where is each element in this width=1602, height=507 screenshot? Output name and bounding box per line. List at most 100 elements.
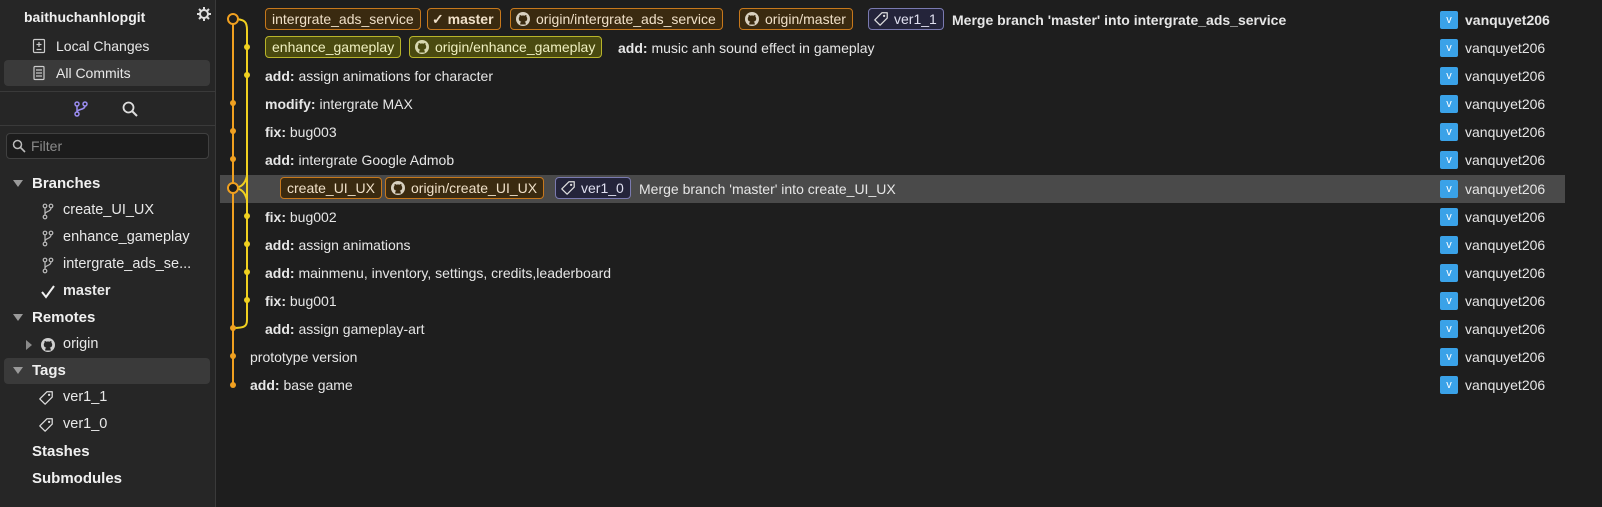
remote-branch-pill[interactable]: origin/enhance_gameplay <box>409 36 603 58</box>
commit-node[interactable] <box>244 72 250 78</box>
commit-node[interactable] <box>244 44 250 50</box>
author-name: vanquyet206 <box>1465 12 1550 28</box>
tag-icon <box>39 391 53 405</box>
commit-row[interactable]: enhance_gameplay origin/enhance_gameplay… <box>220 34 1565 62</box>
commit-prefix: fix: <box>265 209 286 225</box>
commit-row-selected[interactable]: create_UI_UX origin/create_UI_UX ver1_0 … <box>220 175 1565 203</box>
commit-row[interactable]: fix: bug001 v vanquyet206 <box>220 287 1565 315</box>
section-remotes[interactable]: Remotes <box>0 305 216 331</box>
filter-box[interactable] <box>6 133 209 159</box>
repo-header: baithuchanhlopgit <box>0 0 216 32</box>
expand-icon <box>13 180 23 187</box>
commit-node[interactable] <box>230 128 236 134</box>
commit-row[interactable]: fix: bug003 v vanquyet206 <box>220 118 1565 146</box>
commit-prefix: add: <box>618 40 648 56</box>
commit-prefix: add: <box>265 265 295 281</box>
commit-node[interactable] <box>230 100 236 106</box>
commit-text: bug001 <box>286 293 337 309</box>
commit-node[interactable] <box>230 382 236 388</box>
remote-item[interactable]: origin <box>0 332 216 358</box>
section-tags[interactable]: Tags <box>4 358 210 384</box>
commit-row[interactable]: add: intergrate Google Admob v vanquyet20… <box>220 146 1565 174</box>
section-submodules[interactable]: Submodules <box>0 466 216 492</box>
author-name: vanquyet206 <box>1465 349 1546 365</box>
commit-row[interactable]: intergrate_ads_service ✓ master origin/i… <box>220 6 1565 34</box>
commit-row[interactable]: add: assign animations v vanquyet206 <box>220 231 1565 259</box>
branch-item-current[interactable]: master <box>0 279 216 305</box>
filter-input[interactable] <box>31 137 201 155</box>
commit-node[interactable] <box>230 156 236 162</box>
commit-message: add: assign animations <box>265 237 411 253</box>
commit-text: mainmenu, inventory, settings, credits,l… <box>294 265 612 281</box>
author-name: vanquyet206 <box>1465 237 1546 253</box>
commit-row[interactable]: add: assign gameplay-art v vanquyet206 <box>220 315 1565 343</box>
section-branches-label: Branches <box>32 175 101 192</box>
gear-icon[interactable] <box>196 6 212 22</box>
branch-pill[interactable]: create_UI_UX <box>280 177 382 199</box>
commit-message: Merge branch 'master' into create_UI_UX <box>639 181 896 197</box>
remote-branch-pill[interactable]: origin/create_UI_UX <box>385 177 545 199</box>
section-stashes[interactable]: Stashes <box>0 439 216 465</box>
branch-item[interactable]: enhance_gameplay <box>0 225 216 251</box>
github-icon <box>745 12 759 26</box>
tag-item[interactable]: ver1_0 <box>0 412 216 438</box>
remote-branch-pill[interactable]: origin/intergrate_ads_service <box>510 8 723 30</box>
commit-row[interactable]: add: base game v vanquyet206 <box>220 371 1565 399</box>
branch-tab-icon[interactable] <box>72 100 90 118</box>
commit-node[interactable] <box>230 325 236 331</box>
commit-node-merge[interactable] <box>227 182 239 194</box>
commit-row[interactable]: add: mainmenu, inventory, settings, cred… <box>220 259 1565 287</box>
commit-row[interactable]: modify: intergrate MAX v vanquyet206 <box>220 90 1565 118</box>
commit-message: add: assign gameplay-art <box>265 321 425 337</box>
commit-text: assign gameplay-art <box>294 321 425 337</box>
avatar: v <box>1440 208 1458 226</box>
commit-text: music anh sound effect in gameplay <box>647 40 875 56</box>
commit-row[interactable]: prototype version v vanquyet206 <box>220 343 1565 371</box>
branch-item[interactable]: intergrate_ads_se... <box>0 252 216 278</box>
expand-icon <box>13 314 23 321</box>
scrollbar[interactable] <box>1568 0 1602 507</box>
github-icon <box>41 338 55 352</box>
commit-message: add: assign animations for character <box>265 68 493 84</box>
commit-node[interactable] <box>244 297 250 303</box>
commit-row[interactable]: fix: bug002 v vanquyet206 <box>220 203 1565 231</box>
nav-local-changes[interactable]: Local Changes <box>4 33 210 59</box>
branch-pill-current[interactable]: ✓ master <box>427 8 501 30</box>
commit-node-merge[interactable] <box>227 13 239 25</box>
commit-text: assign animations <box>294 237 411 253</box>
commit-node[interactable] <box>244 241 250 247</box>
commit-node[interactable] <box>244 213 250 219</box>
remote-branch-pill[interactable]: origin/master <box>739 8 853 30</box>
repo-name: baithuchanhlopgit <box>24 9 146 25</box>
avatar: v <box>1440 236 1458 254</box>
section-branches[interactable]: Branches <box>0 171 216 197</box>
commit-message: add: intergrate Google Admob <box>265 152 454 168</box>
branch-pill[interactable]: enhance_gameplay <box>265 36 402 58</box>
commit-text: bug002 <box>286 209 337 225</box>
section-submodules-label: Submodules <box>32 470 123 487</box>
branch-item[interactable]: create_UI_UX <box>0 198 216 224</box>
avatar: v <box>1440 264 1458 282</box>
commit-message: fix: bug002 <box>265 209 337 225</box>
github-icon <box>415 40 429 54</box>
branch-pill[interactable]: intergrate_ads_service <box>265 8 421 30</box>
commit-prefix: fix: <box>265 124 286 140</box>
tag-pill[interactable]: ver1_1 <box>868 8 944 30</box>
tag-item[interactable]: ver1_1 <box>0 385 216 411</box>
commit-row[interactable]: add: assign animations for character v va… <box>220 62 1565 90</box>
commit-node[interactable] <box>230 353 236 359</box>
commit-message: fix: bug003 <box>265 124 337 140</box>
github-icon <box>391 181 405 195</box>
tag-icon <box>561 181 575 195</box>
search-icon[interactable] <box>121 100 139 118</box>
commit-node[interactable] <box>244 269 250 275</box>
nav-all-commits[interactable]: All Commits <box>4 60 210 86</box>
tag-pill[interactable]: ver1_0 <box>555 177 631 199</box>
avatar: v <box>1440 67 1458 85</box>
section-tags-label: Tags <box>32 362 66 379</box>
commit-prefix: fix: <box>265 293 286 309</box>
tag-label: ver1_0 <box>63 416 108 432</box>
commit-message: add: mainmenu, inventory, settings, cred… <box>265 265 611 281</box>
sidebar: baithuchanhlopgit Local Changes All Comm… <box>0 0 216 507</box>
author-name: vanquyet206 <box>1465 96 1546 112</box>
